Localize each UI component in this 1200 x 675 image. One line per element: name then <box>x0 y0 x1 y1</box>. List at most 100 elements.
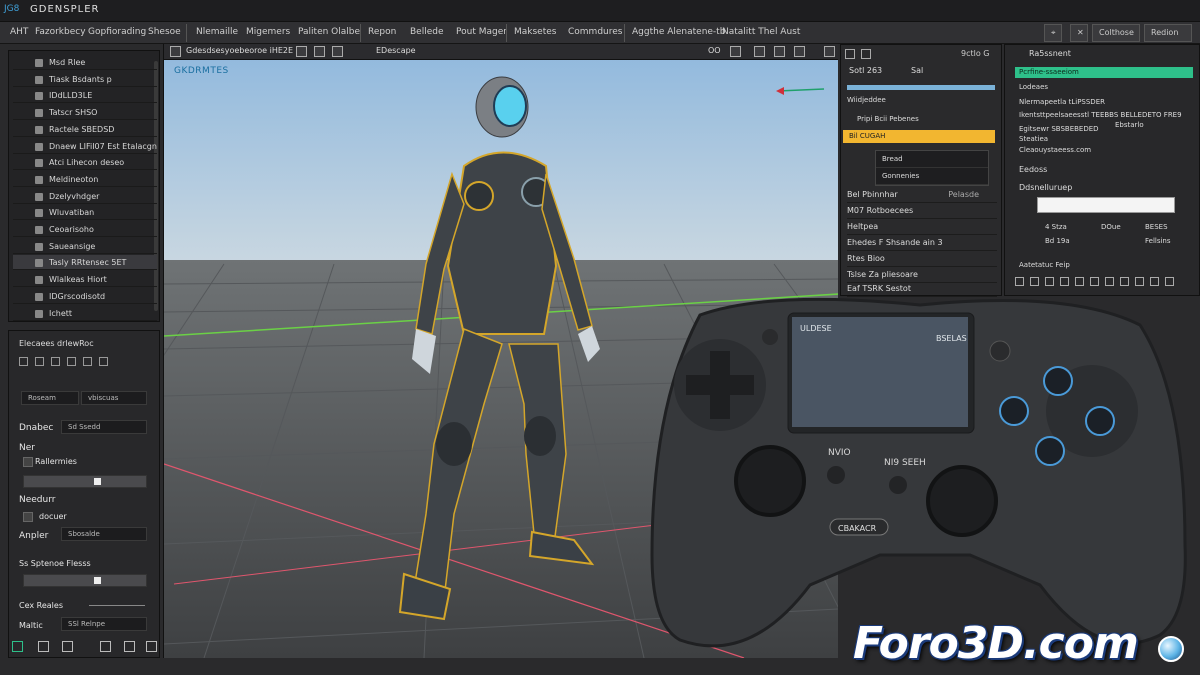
field-label: Needurr <box>19 495 56 505</box>
slider-knob[interactable] <box>94 577 101 584</box>
outliner-item[interactable]: Atci Lihecon deseo <box>13 155 157 171</box>
menu-item[interactable]: Pout Mager <box>456 27 507 37</box>
field-value[interactable]: SSl Relnpe <box>61 617 147 631</box>
dropdown-option[interactable]: Gonnenies <box>876 168 988 185</box>
selected-layer[interactable]: Bil CUGAH <box>843 130 995 143</box>
menu-item[interactable]: Shesoe <box>148 27 181 37</box>
outliner-item[interactable]: IDdLLD3LE <box>13 88 157 104</box>
outliner-item[interactable]: Wlalkeas Hiort <box>13 272 157 288</box>
menu-button[interactable]: Redion <box>1144 24 1192 42</box>
tab-secondary[interactable]: vbiscuas <box>81 391 147 405</box>
snap-icon[interactable] <box>730 46 741 57</box>
frame-icon[interactable] <box>296 46 307 57</box>
outliner-item[interactable]: Ceoarisoho <box>13 222 157 237</box>
close-icon[interactable]: ✕ <box>1070 24 1088 42</box>
field-value[interactable]: Sbosalde <box>61 527 147 541</box>
outliner-item[interactable]: Tatscr SHSO <box>13 105 157 121</box>
field-value[interactable]: Sd Ssedd <box>61 420 147 434</box>
outliner-item[interactable]: Dzelyvhdger <box>13 189 157 204</box>
tool-icons <box>19 357 115 369</box>
layer-item[interactable]: Steatiea <box>1019 135 1048 143</box>
menu-item[interactable]: Migemers <box>246 27 290 37</box>
layer-item[interactable]: Lodeaes <box>1019 83 1048 91</box>
layer-item[interactable]: Cleaouystaeess.com <box>1019 146 1091 154</box>
attribute-label: Bel Pbinnhar <box>847 190 898 199</box>
outliner-item[interactable]: Msd Rlee <box>13 55 157 70</box>
scale-icon[interactable] <box>794 46 805 57</box>
menu-item[interactable]: Nlemaille <box>196 27 238 37</box>
panel-icon[interactable] <box>845 49 855 59</box>
tool-icon[interactable] <box>83 357 92 366</box>
tool-icon[interactable] <box>51 357 60 366</box>
tool-icon[interactable] <box>67 357 76 366</box>
outliner-item[interactable]: IDGrscodisotd <box>13 289 157 304</box>
select-tool-icon[interactable] <box>12 641 23 652</box>
object-icon <box>35 259 43 268</box>
attribute-row[interactable]: Heltpea <box>847 219 997 235</box>
layer-item[interactable]: Egitsewr SBSBEBEDED <box>1019 125 1099 133</box>
attribute-row[interactable]: Bel Pbinnhar Pelasde <box>847 187 997 203</box>
close-icon[interactable] <box>824 46 835 57</box>
outliner-item[interactable]: Ichett <box>13 306 157 321</box>
menu-bar: AHT Fazorkbecy Gopfiorading Shesoe Nlema… <box>0 22 1200 44</box>
dropdown-option[interactable]: Bread <box>876 151 988 168</box>
attribute-row[interactable]: Ehedes F Shsande ain 3 <box>847 235 997 251</box>
start-button[interactable] <box>889 476 907 494</box>
layer-item[interactable]: Nlermapeetla tLiPSSDER <box>1019 98 1105 106</box>
layer-icon[interactable] <box>38 641 49 652</box>
game-controller: ULDESE BSELAS NVIO NI9 SEEH CBAKACR <box>650 297 1187 648</box>
move-icon[interactable] <box>754 46 765 57</box>
menu-item[interactable]: Bellede <box>410 27 444 37</box>
menu-item[interactable]: Aggthe Alenatene-tb <box>632 27 725 37</box>
menu-item[interactable]: Paliten Olalbe <box>298 27 360 37</box>
outliner-item[interactable]: Saueansige <box>13 239 157 254</box>
layer-item[interactable]: Ebstarlo <box>1115 121 1144 129</box>
menu-item[interactable]: Commdures <box>568 27 622 37</box>
outliner-item[interactable]: Dnaew LIFiI07 Est Etalacgn <box>13 139 157 154</box>
menu-item[interactable]: Natalitt Thel Aust <box>722 27 800 37</box>
rotate-icon[interactable] <box>774 46 785 57</box>
button-icon[interactable] <box>999 396 1029 426</box>
checkbox[interactable] <box>23 512 33 522</box>
menu-item[interactable]: Repon <box>368 27 396 37</box>
settings-icon[interactable] <box>100 641 111 652</box>
checkbox[interactable] <box>23 457 33 467</box>
slider[interactable] <box>23 475 147 488</box>
outliner-item[interactable]: Tasly RRtensec 5ET <box>13 255 157 271</box>
tab-primary[interactable]: Roseam <box>21 391 79 405</box>
outliner-item[interactable]: Tiask Bsdants p <box>13 72 157 87</box>
outliner-item[interactable]: Wluvatiban <box>13 205 157 221</box>
tool-icon[interactable] <box>19 357 28 366</box>
layer-item[interactable]: Ikentsttpeelsaeesstl TEEBBS BELLEDETO FR… <box>1019 111 1182 119</box>
view-icon[interactable] <box>170 46 181 57</box>
button-icon[interactable] <box>1085 406 1115 436</box>
panel-tab[interactable]: 9ctlo G <box>961 49 989 58</box>
grid-icon[interactable] <box>62 641 73 652</box>
menu-button[interactable]: Colthose <box>1092 24 1140 42</box>
select-button[interactable] <box>827 466 845 484</box>
panel-icon[interactable] <box>861 49 871 59</box>
tool-icon[interactable] <box>35 357 44 366</box>
button-icon[interactable] <box>1043 366 1073 396</box>
menu-item[interactable]: Maksetes <box>514 27 556 37</box>
menu-item[interactable]: AHT <box>10 27 28 37</box>
right-joystick[interactable] <box>926 465 998 537</box>
button-icon[interactable] <box>1035 436 1065 466</box>
outliner-item[interactable]: Meldineoton <box>13 172 157 187</box>
active-layer[interactable]: Pcrfine-ssaeeiom <box>1015 67 1193 78</box>
preview-field[interactable] <box>1037 197 1175 213</box>
menu-item[interactable]: Gopfiorading <box>88 27 146 37</box>
slider-knob[interactable] <box>94 478 101 485</box>
grid-icon[interactable] <box>332 46 343 57</box>
menu-item[interactable]: Fazorkbecy <box>35 27 86 37</box>
tool-icon[interactable] <box>99 357 108 366</box>
slider[interactable] <box>23 574 147 587</box>
attribute-row[interactable]: M07 Rotboecees <box>847 203 997 219</box>
pin-icon[interactable]: ⌖ <box>1044 24 1062 42</box>
edit-icon[interactable] <box>124 641 135 652</box>
camera-icon[interactable] <box>314 46 325 57</box>
menu-icon[interactable] <box>146 641 157 652</box>
outliner-item[interactable]: Ractele SBEDSD <box>13 122 157 137</box>
attribute-row[interactable]: Rtes Bioo <box>847 251 997 267</box>
left-joystick[interactable] <box>734 445 806 517</box>
